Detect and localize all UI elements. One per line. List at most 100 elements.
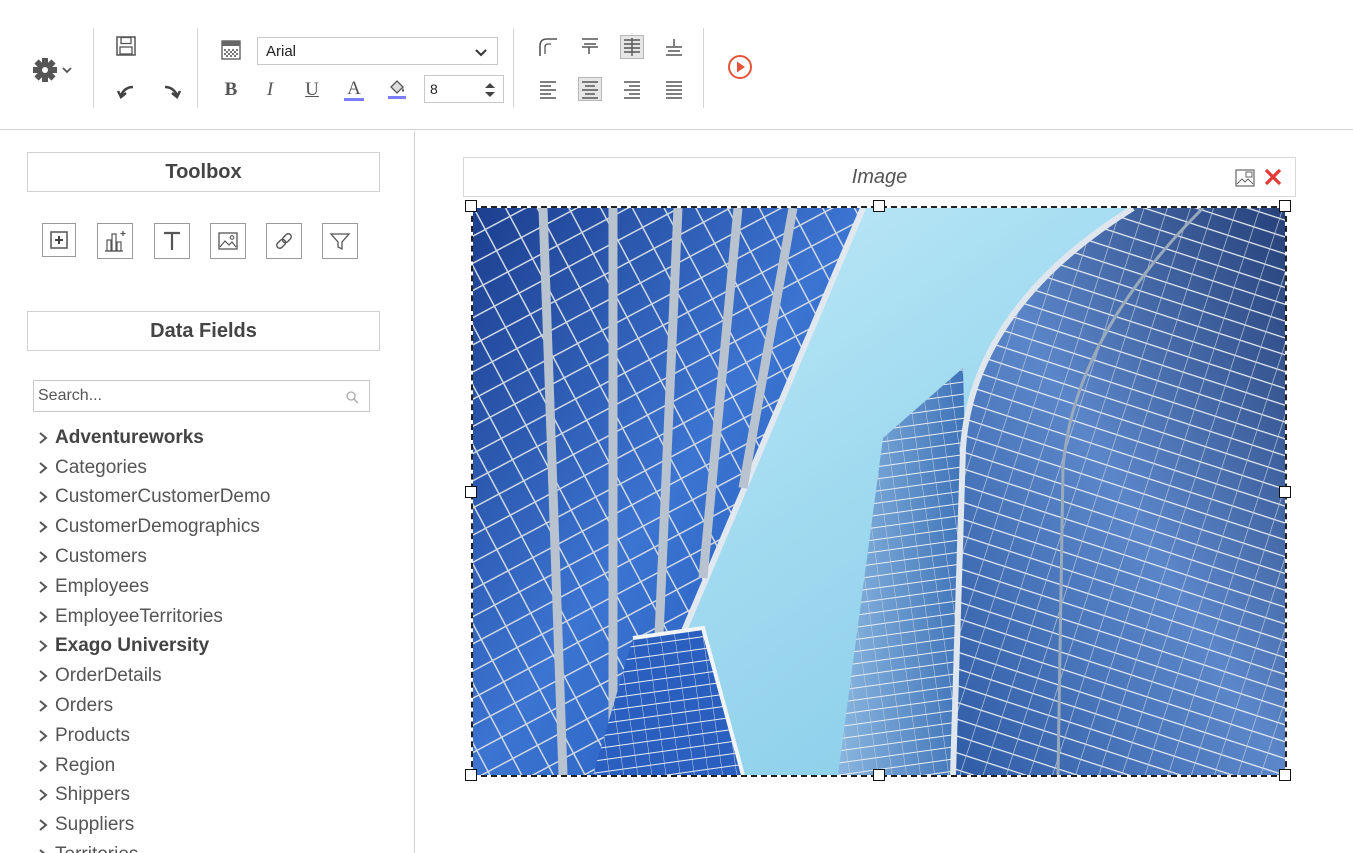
resize-handle-middle-right[interactable]: [1279, 486, 1291, 498]
rounded-corner-icon: [539, 38, 557, 56]
image-panel-header: Image: [463, 157, 1296, 197]
tree-item[interactable]: Territories: [33, 840, 270, 853]
chevron-right-icon[interactable]: [33, 639, 53, 653]
tree-item-label: CustomerCustomerDemo: [55, 486, 271, 508]
italic-button[interactable]: I: [258, 77, 282, 101]
font-family-select[interactable]: Arial: [257, 37, 498, 65]
valign-top-button[interactable]: [578, 35, 602, 59]
tree-item-label: Adventureworks: [55, 426, 204, 448]
resize-handle-bottom-left[interactable]: [465, 769, 477, 781]
chevron-right-icon[interactable]: [33, 818, 53, 832]
align-justify-icon: [666, 81, 682, 99]
underline-button[interactable]: U: [300, 77, 324, 101]
search-box: [33, 380, 370, 412]
tree-item[interactable]: Customers: [33, 542, 270, 572]
align-right-icon: [624, 81, 640, 99]
bold-icon: B: [224, 78, 238, 100]
filter-tool[interactable]: [322, 223, 358, 259]
valign-middle-button[interactable]: [620, 35, 644, 59]
image-panel-title: Image: [851, 166, 908, 188]
tree-item[interactable]: Products: [33, 721, 270, 751]
align-right-button[interactable]: [620, 77, 644, 101]
search-icon[interactable]: [345, 390, 359, 404]
align-center-button[interactable]: [578, 77, 602, 101]
align-top-icon: [582, 38, 598, 54]
tree-item-label: EmployeeTerritories: [55, 605, 223, 627]
valign-bottom-button[interactable]: [662, 35, 686, 59]
image-settings-icon[interactable]: [1235, 169, 1255, 187]
link-tool[interactable]: [266, 223, 302, 259]
resize-handle-bottom-right[interactable]: [1279, 769, 1291, 781]
chevron-right-icon[interactable]: [33, 610, 53, 624]
undo-button[interactable]: [114, 78, 138, 102]
fill-color-button[interactable]: [385, 77, 409, 101]
chevron-right-icon[interactable]: [33, 759, 53, 773]
tree-item[interactable]: CustomerDemographics: [33, 512, 270, 542]
link-icon: [276, 233, 292, 249]
run-report-button[interactable]: [725, 52, 755, 82]
chevron-right-icon[interactable]: [33, 520, 53, 534]
chevron-right-icon[interactable]: [33, 669, 53, 683]
save-button[interactable]: [114, 34, 138, 58]
settings-menu-button[interactable]: [30, 55, 80, 85]
italic-icon: I: [266, 78, 274, 100]
resize-handle-top-left[interactable]: [465, 200, 477, 212]
align-middle-icon: [624, 38, 640, 56]
redo-button[interactable]: [160, 78, 184, 102]
close-icon[interactable]: [1261, 165, 1285, 189]
chevron-right-icon[interactable]: [33, 788, 53, 802]
tree-item-label: Employees: [55, 575, 149, 597]
left-panel: Toolbox Data Fields Search... Adventurew…: [0, 131, 415, 853]
toolbox-header: Toolbox: [27, 152, 380, 192]
tree-item[interactable]: OrderDetails: [33, 661, 270, 691]
tree-item[interactable]: CustomerCustomerDemo: [33, 483, 270, 513]
tree-item[interactable]: Orders: [33, 691, 270, 721]
chevron-right-icon[interactable]: [33, 550, 53, 564]
gear-icon: [33, 58, 72, 82]
font-size-input[interactable]: 8: [424, 75, 504, 103]
data-field-tree: Adventureworks Categories CustomerCustomer…: [33, 423, 270, 853]
add-cell-tool[interactable]: [42, 223, 76, 257]
tree-item[interactable]: Categories: [33, 453, 270, 483]
tree-item[interactable]: Region: [33, 751, 270, 781]
undo-icon: [116, 85, 134, 99]
tree-item-label: Categories: [55, 456, 147, 478]
align-justify-button[interactable]: [662, 77, 686, 101]
chevron-right-icon[interactable]: [33, 431, 53, 445]
tree-item-label: Exago University: [55, 635, 210, 657]
tree-item-label: OrderDetails: [55, 665, 162, 687]
chevron-right-icon[interactable]: [33, 490, 53, 504]
data-fields-header: Data Fields: [27, 311, 380, 351]
align-left-button[interactable]: [536, 77, 560, 101]
add-cell-icon: [50, 231, 68, 249]
chevron-right-icon[interactable]: [33, 580, 53, 594]
image-tool[interactable]: [210, 223, 246, 259]
resize-handle-middle-left[interactable]: [465, 486, 477, 498]
play-icon: [728, 55, 752, 79]
tree-item[interactable]: Exago University: [33, 632, 270, 662]
tree-item[interactable]: Adventureworks: [33, 423, 270, 453]
chevron-right-icon[interactable]: [33, 699, 53, 713]
grid-background-icon: [221, 40, 241, 60]
resize-handle-bottom-center[interactable]: [873, 769, 885, 781]
tree-item[interactable]: EmployeeTerritories: [33, 602, 270, 632]
chevron-right-icon[interactable]: [33, 461, 53, 475]
report-canvas: Image: [416, 131, 1353, 853]
chart-tool[interactable]: [97, 223, 133, 259]
resize-handle-top-right[interactable]: [1279, 200, 1291, 212]
image-element[interactable]: [465, 200, 1291, 781]
chevron-right-icon[interactable]: [33, 848, 53, 853]
border-style-button[interactable]: [536, 35, 560, 59]
building-photo: [473, 208, 1285, 775]
tree-item[interactable]: Suppliers: [33, 810, 270, 840]
resize-handle-top-center[interactable]: [873, 200, 885, 212]
search-input[interactable]: [34, 381, 334, 411]
tree-item[interactable]: Shippers: [33, 781, 270, 811]
chart-icon: [105, 231, 126, 252]
tree-item[interactable]: Employees: [33, 572, 270, 602]
text-tool[interactable]: [154, 223, 190, 259]
font-color-button[interactable]: A: [342, 77, 366, 101]
cell-background-button[interactable]: [219, 38, 243, 62]
chevron-right-icon[interactable]: [33, 729, 53, 743]
bold-button[interactable]: B: [219, 77, 243, 101]
